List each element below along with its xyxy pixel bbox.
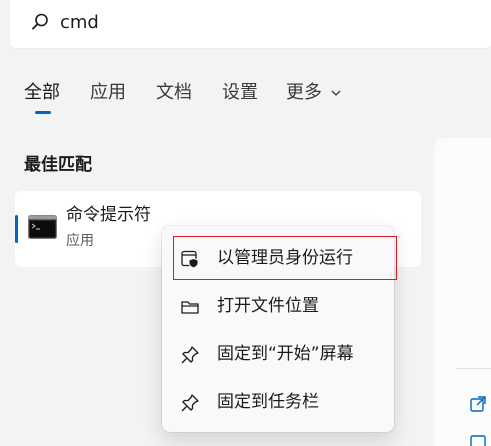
chevron-down-icon <box>331 90 341 96</box>
menu-item-label: 以管理员身份运行 <box>217 248 353 268</box>
folder-icon <box>181 301 199 314</box>
menu-item-pin-to-start[interactable]: 固定到“开始”屏幕 <box>170 334 386 374</box>
command-prompt-icon <box>28 215 57 239</box>
start-search-window: cmd 全部 应用 文档 设置 更多 最佳匹配 命令提示符 应用 以管理员身份运… <box>0 0 491 446</box>
menu-item-label: 固定到“开始”屏幕 <box>217 344 354 364</box>
open-external-icon[interactable] <box>469 395 487 413</box>
details-divider <box>456 368 491 369</box>
menu-item-open-file-location[interactable]: 打开文件位置 <box>170 286 386 326</box>
pin-icon <box>181 346 199 364</box>
menu-item-label: 固定到任务栏 <box>217 392 319 412</box>
context-menu: 以管理员身份运行 打开文件位置 固定到“开始”屏幕 固定到任务栏 <box>162 226 394 432</box>
tab-documents[interactable]: 文档 <box>156 80 192 106</box>
menu-item-label: 打开文件位置 <box>217 296 319 316</box>
pin-icon <box>181 394 199 412</box>
best-match-subtitle: 应用 <box>66 233 94 249</box>
search-query[interactable]: cmd <box>60 12 99 34</box>
menu-item-pin-to-taskbar[interactable]: 固定到任务栏 <box>170 382 386 422</box>
run-as-admin-icon <box>181 250 199 269</box>
tab-apps[interactable]: 应用 <box>90 80 126 106</box>
tab-more[interactable]: 更多 <box>286 80 342 106</box>
tab-more-label: 更多 <box>286 82 322 103</box>
active-tab-indicator <box>35 111 51 114</box>
best-match-title: 命令提示符 <box>66 205 151 225</box>
selection-accent <box>15 215 18 243</box>
search-box[interactable]: cmd <box>10 0 491 48</box>
window-icon[interactable] <box>469 434 487 446</box>
search-icon <box>32 13 48 30</box>
tab-all[interactable]: 全部 <box>24 80 60 106</box>
best-match-heading: 最佳匹配 <box>24 155 92 175</box>
tab-settings[interactable]: 设置 <box>222 80 258 106</box>
menu-item-run-as-admin[interactable]: 以管理员身份运行 <box>170 238 386 278</box>
